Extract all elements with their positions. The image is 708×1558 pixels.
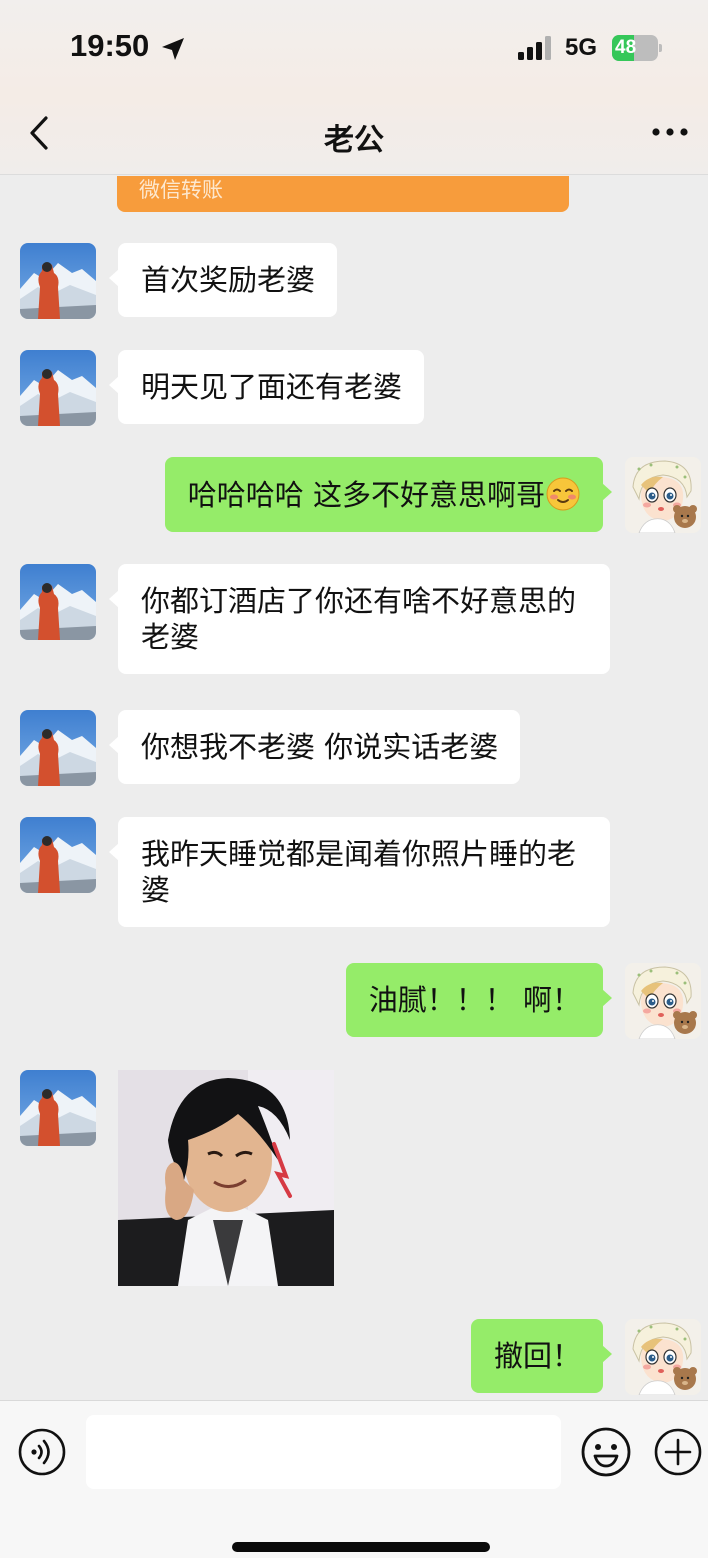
location-arrow-icon: [162, 38, 184, 60]
my-avatar[interactable]: [625, 963, 701, 1039]
network-label: 5G: [565, 34, 598, 61]
home-indicator: [232, 1542, 490, 1552]
contact-avatar[interactable]: [20, 710, 96, 786]
sent-message[interactable]: 油腻！！！ 啊！: [345, 963, 613, 1037]
message-text: 你都订酒店了你还有啥不好意思的老婆: [141, 584, 577, 654]
received-message[interactable]: 我昨天睡觉都是闻着你照片睡的老婆: [109, 817, 610, 927]
received-message[interactable]: 你想我不老婆 你说实话老婆: [108, 710, 521, 784]
message-text: 哈哈哈哈 这多不好意思啊哥: [187, 478, 545, 512]
message-list[interactable]: 微信转账 首次奖励老婆 明天见了面还有老婆 哈哈哈哈 这多不好意思啊哥 你都订酒…: [0, 176, 708, 1400]
battery-level: 48: [615, 37, 637, 58]
emoji-icon[interactable]: [579, 1425, 633, 1479]
blush-emoji-icon: [546, 477, 580, 511]
received-message[interactable]: 明天见了面还有老婆: [108, 350, 425, 424]
sent-message[interactable]: 撤回！: [470, 1319, 613, 1393]
transfer-card[interactable]: 微信转账: [117, 176, 569, 212]
voice-icon[interactable]: [17, 1427, 67, 1477]
contact-avatar[interactable]: [20, 564, 96, 640]
message-input[interactable]: [86, 1415, 561, 1489]
message-text: 首次奖励老婆: [141, 263, 316, 297]
message-text: 我昨天睡觉都是闻着你照片睡的老婆: [141, 837, 577, 907]
my-avatar[interactable]: [625, 457, 701, 533]
contact-avatar[interactable]: [20, 243, 96, 319]
contact-avatar[interactable]: [20, 817, 96, 893]
more-dots-icon[interactable]: [648, 117, 692, 147]
received-message[interactable]: 首次奖励老婆: [108, 243, 338, 317]
chat-title: 老公: [324, 123, 384, 158]
chat-header: 老公: [0, 95, 708, 175]
transfer-label: 微信转账: [139, 178, 223, 202]
contact-avatar[interactable]: [20, 1070, 96, 1146]
received-message[interactable]: 你都订酒店了你还有啥不好意思的老婆: [109, 564, 610, 674]
battery-icon: 48: [612, 35, 662, 61]
my-avatar[interactable]: [625, 1319, 701, 1395]
message-text: 明天见了面还有老婆: [141, 370, 403, 404]
signal-icon: [518, 36, 551, 60]
status-time: 19:50: [70, 28, 150, 63]
photo-sticker[interactable]: [118, 1070, 334, 1286]
status-bar: 19:50 5G 48: [0, 0, 708, 95]
input-bar: [0, 1400, 708, 1558]
message-text: 撤回！: [493, 1339, 581, 1373]
plus-icon[interactable]: [653, 1427, 703, 1477]
message-text: 你想我不老婆 你说实话老婆: [141, 730, 499, 764]
sent-message[interactable]: 哈哈哈哈 这多不好意思啊哥: [164, 457, 613, 532]
message-text: 油腻！！！ 啊！: [368, 983, 581, 1017]
contact-avatar[interactable]: [20, 350, 96, 426]
